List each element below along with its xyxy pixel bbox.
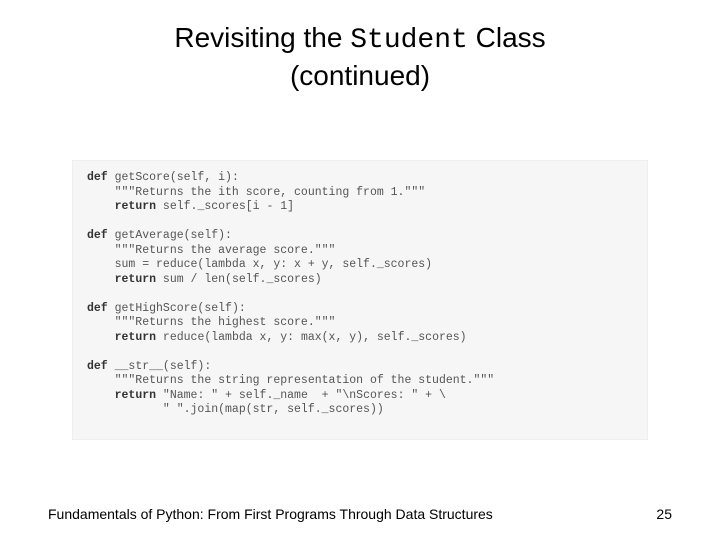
footer-book-title: Fundamentals of Python: From First Progr…: [48, 506, 493, 522]
title-mono: Student: [350, 25, 468, 56]
title-line2: (continued): [290, 60, 430, 91]
title-part2: Class: [468, 22, 546, 53]
code-block: def getScore(self, i): """Returns the it…: [72, 160, 648, 440]
title-part1: Revisiting the: [174, 22, 350, 53]
footer-page-number: 25: [656, 506, 672, 522]
slide-title: Revisiting the Student Class (continued): [0, 20, 720, 93]
code-pre: def getScore(self, i): """Returns the it…: [87, 171, 633, 418]
slide: Revisiting the Student Class (continued)…: [0, 0, 720, 540]
